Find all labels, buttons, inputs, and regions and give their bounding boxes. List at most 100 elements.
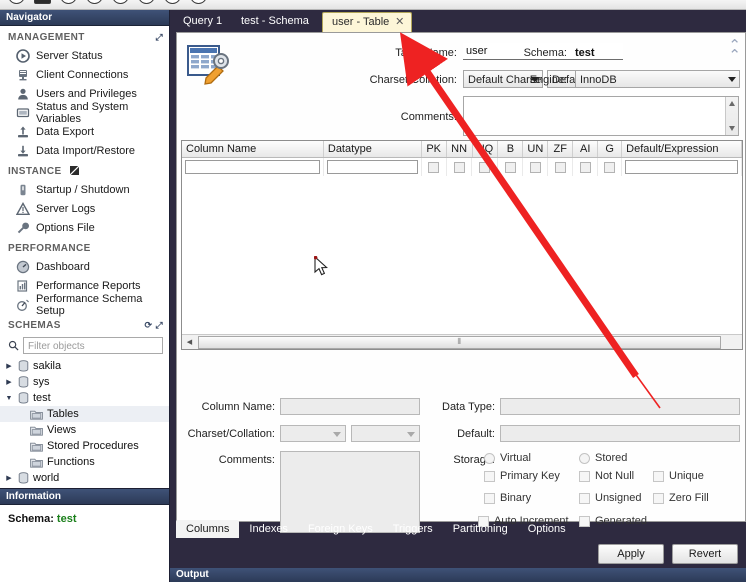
sidebar-item-data-export[interactable]: Data Export	[0, 122, 169, 141]
expand-arrows-icon[interactable]: ⤢	[155, 32, 163, 43]
new-view-icon[interactable]	[86, 0, 103, 4]
sidebar-item-status-and-system-variables[interactable]: Status and System Variables	[0, 101, 169, 125]
output-panel-header[interactable]: Output	[170, 568, 746, 582]
close-icon[interactable]: ✕	[395, 13, 404, 32]
apply-button[interactable]: Apply	[598, 544, 664, 564]
tree-item-world[interactable]: ▶ world	[0, 470, 169, 486]
cell-uq-checkbox[interactable]	[479, 161, 491, 173]
chevron-right-icon[interactable]: ▶	[4, 474, 14, 482]
new-procedure-icon[interactable]	[112, 0, 129, 4]
detail-default-input[interactable]	[500, 425, 740, 442]
tree-item-views[interactable]: Views	[0, 422, 169, 438]
col-header-uq[interactable]: UQ	[473, 141, 499, 157]
storage-option-virtual[interactable]: Virtual	[484, 452, 531, 464]
cell-zf-checkbox[interactable]	[554, 161, 566, 173]
col-header-column-name[interactable]: Column Name	[182, 141, 324, 157]
col-header-default-expression[interactable]: Default/Expression	[622, 141, 742, 157]
scroll-down-icon[interactable]	[729, 126, 735, 131]
cell-ai-checkbox[interactable]	[579, 161, 591, 173]
tab-test-schema[interactable]: test - Schema	[232, 12, 318, 32]
cell-nn-checkbox[interactable]	[453, 161, 465, 173]
detail-charset-select[interactable]	[280, 425, 346, 442]
cell-b-checkbox[interactable]	[504, 161, 516, 173]
tree-item-sakila[interactable]: ▶ sakila	[0, 358, 169, 374]
checkbox-icon[interactable]	[653, 492, 664, 504]
detail-data-type-input[interactable]	[500, 398, 740, 415]
tree-item-sys[interactable]: ▶ sys	[0, 374, 169, 390]
flag-unique[interactable]: Unique	[653, 470, 704, 482]
col-header-b[interactable]: B	[498, 141, 524, 157]
sidebar-item-options-file[interactable]: Options File	[0, 218, 169, 237]
col-header-g[interactable]: G	[598, 141, 623, 157]
table-comments-textarea[interactable]	[463, 96, 739, 136]
sidebar-item-performance-schema-setup[interactable]: Performance Schema Setup	[0, 293, 169, 317]
tab-columns[interactable]: Columns	[176, 520, 240, 538]
radio-icon[interactable]	[579, 452, 590, 464]
checkbox-icon[interactable]	[579, 470, 590, 482]
chevron-right-icon[interactable]: ▶	[4, 378, 14, 386]
revert-button[interactable]: Revert	[672, 544, 738, 564]
detail-column-name-input[interactable]	[280, 398, 420, 415]
tree-item-tables[interactable]: Tables	[0, 406, 169, 422]
cell-un-checkbox[interactable]	[529, 161, 541, 173]
flag-unsigned[interactable]: Unsigned	[579, 492, 641, 504]
storage-option-stored[interactable]: Stored	[579, 452, 627, 464]
refresh-icon[interactable]: ⟳	[145, 320, 153, 330]
cell-column-name-input[interactable]	[185, 160, 320, 174]
sidebar-item-data-import-restore[interactable]: Data Import/Restore	[0, 141, 169, 160]
tab-user-table[interactable]: user - Table ✕	[322, 12, 413, 32]
comments-scrollbar[interactable]	[725, 97, 738, 135]
new-function-icon[interactable]	[138, 0, 155, 4]
expand-arrows-icon[interactable]: ⤢	[155, 320, 163, 330]
cell-pk-checkbox[interactable]	[428, 161, 440, 173]
flag-zero-fill[interactable]: Zero Fill	[653, 492, 709, 504]
table-row[interactable]	[182, 158, 742, 176]
checkbox-icon[interactable]	[484, 492, 495, 504]
tab-indexes[interactable]: Indexes	[239, 520, 298, 538]
tab-foreign-keys[interactable]: Foreign Keys	[298, 520, 383, 538]
flag-primary-key[interactable]: Primary Key	[484, 470, 560, 482]
tree-item-stored-procedures[interactable]: Stored Procedures	[0, 438, 169, 454]
col-header-nn[interactable]: NN	[447, 141, 473, 157]
filter-objects-input[interactable]: Filter objects	[23, 337, 163, 354]
radio-icon[interactable]	[484, 452, 495, 464]
scrollbar-thumb[interactable]: ⦀	[198, 335, 722, 349]
sidebar-item-server-logs[interactable]: Server Logs	[0, 199, 169, 218]
chevron-down-icon[interactable]: ▼	[4, 395, 14, 402]
scroll-left-icon[interactable]: ◀	[182, 336, 197, 349]
col-header-zf[interactable]: ZF	[548, 141, 574, 157]
checkbox-icon[interactable]	[484, 470, 495, 482]
flag-binary[interactable]: Binary	[484, 492, 531, 504]
sidebar-item-startup-shutdown[interactable]: Startup / Shutdown	[0, 180, 169, 199]
col-header-datatype[interactable]: Datatype	[324, 141, 422, 157]
tab-query-1[interactable]: Query 1	[174, 12, 231, 32]
col-header-un[interactable]: UN	[523, 141, 549, 157]
tab-options[interactable]: Options	[518, 520, 576, 538]
tab-partitioning[interactable]: Partitioning	[443, 520, 518, 538]
tree-item-functions[interactable]: Functions	[0, 454, 169, 470]
checkbox-icon[interactable]	[579, 492, 590, 504]
tab-triggers[interactable]: Triggers	[383, 520, 443, 538]
tree-item-test[interactable]: ▼ test	[0, 390, 169, 406]
cell-datatype-input[interactable]	[326, 160, 418, 174]
grid-horizontal-scrollbar[interactable]: ◀ ⦀	[182, 334, 742, 349]
new-table-icon[interactable]	[60, 0, 77, 4]
chevron-up-icon[interactable]: ⌃ ⌃	[728, 38, 741, 63]
cell-default-input[interactable]	[625, 160, 738, 174]
col-header-pk[interactable]: PK	[422, 141, 447, 157]
cell-g-checkbox[interactable]	[604, 161, 616, 173]
scroll-up-icon[interactable]	[729, 101, 735, 106]
edit-table-icon[interactable]	[164, 0, 181, 4]
checkbox-icon[interactable]	[653, 470, 664, 482]
new-schema-icon[interactable]	[34, 0, 51, 4]
sidebar-item-dashboard[interactable]: Dashboard	[0, 257, 169, 276]
sidebar-item-client-connections[interactable]: Client Connections	[0, 65, 169, 84]
col-header-ai[interactable]: AI	[573, 141, 599, 157]
engine-select[interactable]: InnoDB	[575, 70, 740, 88]
flag-not-null[interactable]: Not Null	[579, 470, 634, 482]
sidebar-item-server-status[interactable]: Server Status	[0, 46, 169, 65]
chevron-right-icon[interactable]: ▶	[4, 362, 14, 370]
scrollbar-track[interactable]: ⦀	[197, 335, 742, 349]
new-connection-icon[interactable]	[8, 0, 25, 4]
open-script-icon[interactable]	[190, 0, 207, 4]
